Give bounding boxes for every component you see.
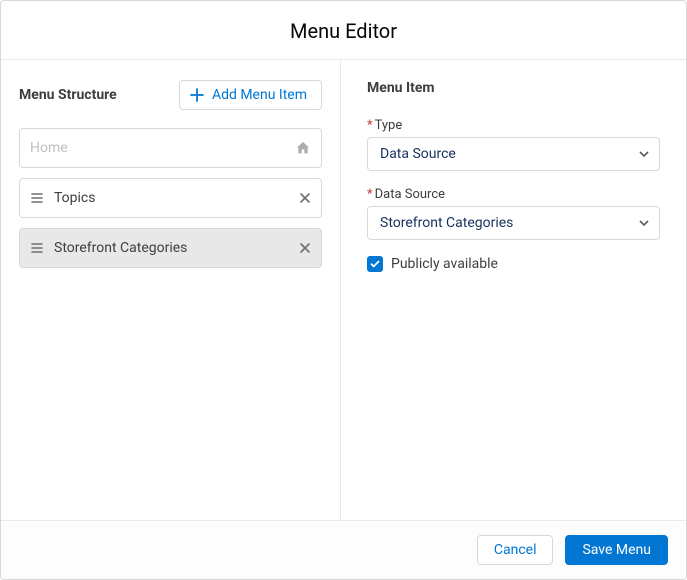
menu-item-topics[interactable]: Topics (19, 178, 322, 218)
menu-item-label: Storefront Categories (54, 240, 289, 256)
title-bar: Menu Editor (1, 1, 686, 60)
add-menu-item-label: Add Menu Item (212, 87, 307, 103)
data-source-select-value: Storefront Categories (380, 215, 513, 231)
type-select[interactable]: Data Source (367, 137, 660, 171)
type-select-value: Data Source (380, 146, 456, 162)
publicly-available-checkbox[interactable]: Publicly available (367, 256, 660, 272)
cancel-button[interactable]: Cancel (477, 535, 554, 565)
type-label: *Type (367, 118, 660, 133)
publicly-available-label: Publicly available (391, 256, 498, 272)
save-menu-button[interactable]: Save Menu (565, 535, 668, 565)
menu-item-label: Topics (54, 190, 289, 206)
plus-icon (190, 88, 204, 102)
type-field: *Type Data Source (367, 118, 660, 171)
checkbox-checked-icon (367, 256, 383, 272)
menu-structure-header: Menu Structure Add Menu Item (19, 80, 322, 110)
add-menu-item-button[interactable]: Add Menu Item (179, 80, 322, 110)
dialog-title: Menu Editor (1, 19, 686, 43)
dialog-body: Menu Structure Add Menu Item Home (1, 60, 686, 520)
drag-handle-icon[interactable] (30, 191, 44, 205)
menu-item-label: Home (30, 140, 285, 156)
menu-structure-heading: Menu Structure (19, 87, 117, 103)
drag-handle-icon[interactable] (30, 241, 44, 255)
data-source-field: *Data Source Storefront Categories (367, 187, 660, 240)
required-indicator: * (367, 187, 373, 202)
chevron-down-icon (639, 218, 649, 228)
data-source-select[interactable]: Storefront Categories (367, 206, 660, 240)
remove-item-button[interactable] (299, 242, 311, 254)
menu-item-details-panel: Menu Item *Type Data Source *Data Source… (341, 60, 686, 520)
data-source-label: *Data Source (367, 187, 660, 202)
remove-item-button[interactable] (299, 192, 311, 204)
home-icon (295, 140, 311, 156)
menu-item-heading: Menu Item (367, 80, 660, 96)
dialog-footer: Cancel Save Menu (1, 520, 686, 579)
required-indicator: * (367, 118, 373, 133)
menu-editor-dialog: Menu Editor Menu Structure Add Menu Item… (0, 0, 687, 580)
chevron-down-icon (639, 149, 649, 159)
menu-items-list: Home Topics (19, 128, 322, 268)
menu-item-storefront-categories[interactable]: Storefront Categories (19, 228, 322, 268)
menu-item-home[interactable]: Home (19, 128, 322, 168)
menu-structure-panel: Menu Structure Add Menu Item Home (1, 60, 341, 520)
